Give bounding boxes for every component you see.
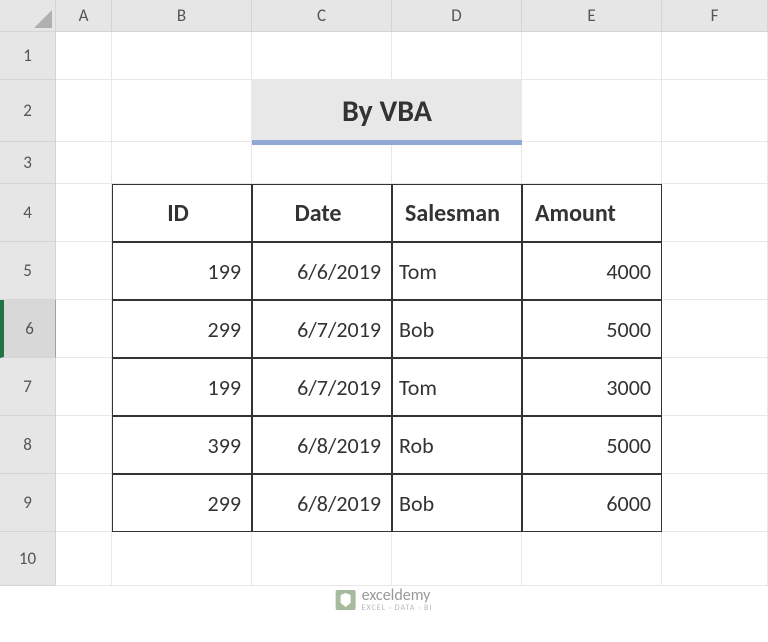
col-header-f[interactable]: F	[662, 0, 768, 32]
cell-d3[interactable]	[392, 142, 522, 184]
table-row[interactable]: 6/8/2019	[252, 416, 392, 474]
table-header-id[interactable]: ID	[112, 184, 252, 242]
table-row[interactable]: 199	[112, 358, 252, 416]
cell-f4[interactable]	[662, 184, 768, 242]
col-header-d[interactable]: D	[392, 0, 522, 32]
row-header-8[interactable]: 8	[0, 416, 56, 474]
col-header-b[interactable]: B	[112, 0, 252, 32]
cell-f5[interactable]	[662, 242, 768, 300]
cell-b2[interactable]	[112, 80, 252, 142]
table-row[interactable]: 199	[112, 242, 252, 300]
cell-a3[interactable]	[56, 142, 112, 184]
row-header-10[interactable]: 10	[0, 532, 56, 586]
row-header-6[interactable]: 6	[0, 300, 56, 358]
table-row[interactable]: Rob	[392, 416, 522, 474]
select-all-corner[interactable]	[0, 0, 56, 32]
title-cell[interactable]: By VBA	[252, 80, 522, 142]
table-row[interactable]: 6/7/2019	[252, 300, 392, 358]
cell-b1[interactable]	[112, 32, 252, 80]
cell-f3[interactable]	[662, 142, 768, 184]
row-header-9[interactable]: 9	[0, 474, 56, 532]
table-row[interactable]: 6/8/2019	[252, 474, 392, 532]
table-row[interactable]: 4000	[522, 242, 662, 300]
cell-c3[interactable]	[252, 142, 392, 184]
cell-e3[interactable]	[522, 142, 662, 184]
watermark-sub: EXCEL · DATA · BI	[362, 604, 433, 612]
cell-b10[interactable]	[112, 532, 252, 586]
watermark-icon	[336, 590, 356, 610]
watermark-text: exceldemy EXCEL · DATA · BI	[362, 588, 433, 612]
table-row[interactable]: Bob	[392, 300, 522, 358]
row-header-1[interactable]: 1	[0, 32, 56, 80]
col-header-c[interactable]: C	[252, 0, 392, 32]
cell-e2[interactable]	[522, 80, 662, 142]
title-text: By VBA	[342, 93, 432, 130]
table-row[interactable]: Tom	[392, 358, 522, 416]
watermark: exceldemy EXCEL · DATA · BI	[336, 588, 433, 612]
table-row[interactable]: Tom	[392, 242, 522, 300]
table-row[interactable]: 399	[112, 416, 252, 474]
cell-f10[interactable]	[662, 532, 768, 586]
title-underline	[252, 140, 522, 145]
cell-f1[interactable]	[662, 32, 768, 80]
row-header-4[interactable]: 4	[0, 184, 56, 242]
table-row[interactable]: 5000	[522, 300, 662, 358]
cell-f2[interactable]	[662, 80, 768, 142]
cell-f7[interactable]	[662, 358, 768, 416]
table-row[interactable]: 6/7/2019	[252, 358, 392, 416]
spreadsheet-grid: A B C D E F 1 2 By VBA 3 4 ID Date Sales…	[0, 0, 768, 586]
cell-a4[interactable]	[56, 184, 112, 242]
row-header-2[interactable]: 2	[0, 80, 56, 142]
cell-a8[interactable]	[56, 416, 112, 474]
table-row[interactable]: 3000	[522, 358, 662, 416]
cell-a5[interactable]	[56, 242, 112, 300]
row-header-5[interactable]: 5	[0, 242, 56, 300]
cell-a10[interactable]	[56, 532, 112, 586]
table-header-date[interactable]: Date	[252, 184, 392, 242]
cell-a7[interactable]	[56, 358, 112, 416]
cell-b3[interactable]	[112, 142, 252, 184]
table-row[interactable]: 6/6/2019	[252, 242, 392, 300]
cell-a1[interactable]	[56, 32, 112, 80]
table-row[interactable]: 5000	[522, 416, 662, 474]
cell-e1[interactable]	[522, 32, 662, 80]
row-header-3[interactable]: 3	[0, 142, 56, 184]
cell-f6[interactable]	[662, 300, 768, 358]
cell-a6[interactable]	[56, 300, 112, 358]
col-header-a[interactable]: A	[56, 0, 112, 32]
cell-d1[interactable]	[392, 32, 522, 80]
cell-e10[interactable]	[522, 532, 662, 586]
table-header-salesman[interactable]: Salesman	[392, 184, 522, 242]
cell-c1[interactable]	[252, 32, 392, 80]
cell-f8[interactable]	[662, 416, 768, 474]
cell-c10[interactable]	[252, 532, 392, 586]
table-header-amount[interactable]: Amount	[522, 184, 662, 242]
cell-a2[interactable]	[56, 80, 112, 142]
table-row[interactable]: 299	[112, 474, 252, 532]
table-row[interactable]: 6000	[522, 474, 662, 532]
cell-a9[interactable]	[56, 474, 112, 532]
cell-f9[interactable]	[662, 474, 768, 532]
cell-d10[interactable]	[392, 532, 522, 586]
table-row[interactable]: 299	[112, 300, 252, 358]
watermark-main: exceldemy	[362, 588, 433, 604]
col-header-e[interactable]: E	[522, 0, 662, 32]
table-row[interactable]: Bob	[392, 474, 522, 532]
row-header-7[interactable]: 7	[0, 358, 56, 416]
